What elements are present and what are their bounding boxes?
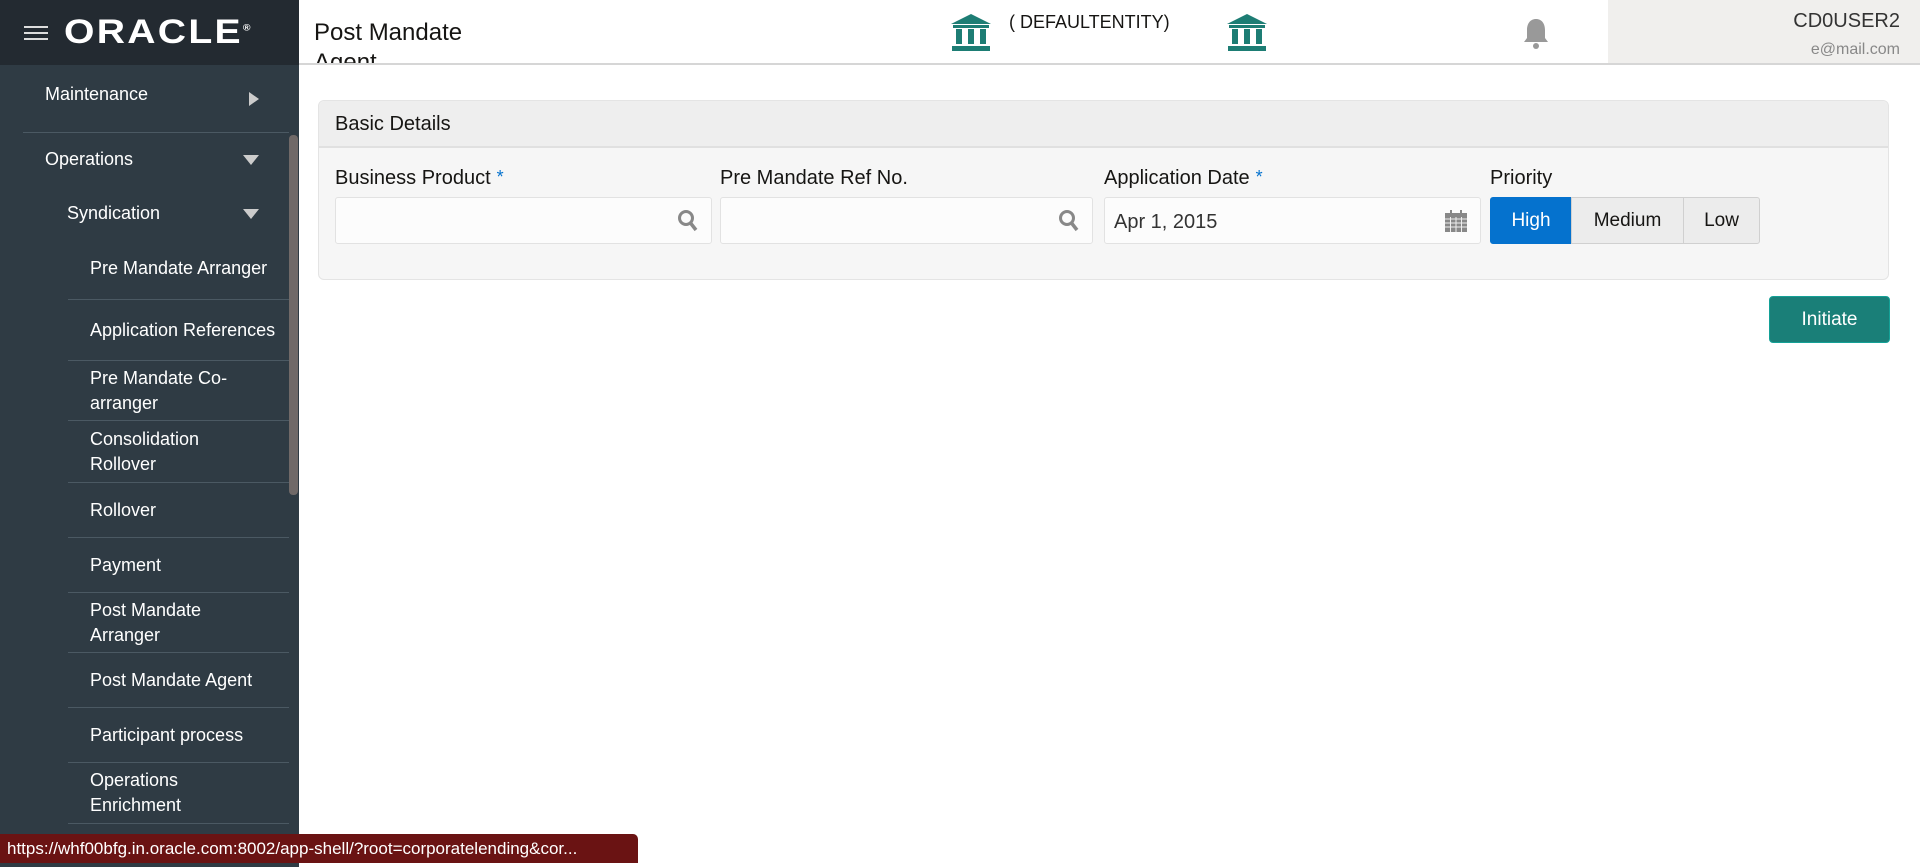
user-menu[interactable]: CD0USER2 e@mail.com	[1608, 0, 1920, 63]
sidebar-item-post-mandate-arranger[interactable]: Post Mandate Arranger	[68, 593, 289, 653]
sidebar-item-payment[interactable]: Payment	[68, 538, 289, 593]
priority-high-button[interactable]: High	[1490, 197, 1572, 244]
priority-label: Priority	[1490, 167, 1553, 189]
sidebar-label: Participant process	[90, 724, 244, 745]
sidebar-item-syndication[interactable]: Syndication	[23, 189, 289, 239]
entity-label[interactable]: ( DEFAULTENTITY)	[1009, 12, 1170, 33]
sidebar-item-operations-enrichment[interactable]: Operations Enrichment	[68, 763, 289, 824]
required-asterisk: *	[496, 167, 504, 187]
calendar-icon[interactable]	[1444, 209, 1468, 233]
sidebar-item-rollover[interactable]: Rollover	[68, 483, 289, 538]
sidebar: Maintenance Operations Syndication Pre M…	[0, 65, 299, 867]
initiate-button[interactable]: Initiate	[1769, 296, 1890, 343]
user-email: e@mail.com	[1810, 41, 1900, 58]
sidebar-label: Pre Mandate Co-arranger	[90, 367, 228, 413]
sidebar-label: Payment	[90, 554, 162, 575]
branch-icon[interactable]	[1225, 12, 1269, 52]
sidebar-label: Pre Mandate Arranger	[90, 258, 268, 278]
oracle-logo: ORACLE®	[64, 13, 253, 51]
brand-bar: ORACLE®	[0, 0, 299, 65]
sidebar-label: Operations	[45, 149, 134, 169]
hamburger-menu-icon[interactable]	[24, 25, 48, 40]
sidebar-item-participant-process[interactable]: Participant process	[68, 708, 289, 763]
sidebar-label: Operations Enrichment	[90, 770, 182, 815]
sidebar-item-operations[interactable]: Operations	[23, 135, 289, 185]
label-text: Business Product	[335, 167, 491, 189]
application-date-label: Application Date *	[1104, 167, 1263, 190]
bank-icon[interactable]	[949, 12, 993, 52]
ref-no-input[interactable]	[720, 197, 1093, 244]
section-title: Basic Details	[319, 101, 1888, 148]
sidebar-label: Syndication	[67, 203, 161, 223]
sidebar-label: Rollover	[90, 499, 157, 520]
chevron-right-icon	[249, 91, 259, 106]
sidebar-scrollbar[interactable]	[289, 135, 298, 495]
input-value: Apr 1, 2015	[1114, 211, 1218, 233]
sidebar-label: Post Mandate Agent	[90, 669, 253, 690]
ref-no-label: Pre Mandate Ref No.	[720, 167, 908, 189]
sidebar-item-consolidation-rollover[interactable]: Consolidation Rollover	[68, 421, 289, 483]
application-date-input[interactable]: Apr 1, 2015	[1104, 197, 1481, 244]
business-product-input[interactable]	[335, 197, 712, 244]
priority-low-button[interactable]: Low	[1683, 197, 1760, 244]
status-bar-url: https://whf00bfg.in.oracle.com:8002/app-…	[0, 834, 638, 863]
chevron-down-icon	[243, 209, 259, 219]
sidebar-item-pre-mandate-arranger[interactable]: Pre Mandate Arranger	[68, 238, 289, 300]
priority-medium-button[interactable]: Medium	[1571, 197, 1684, 244]
sidebar-label: Maintenance	[45, 84, 149, 104]
page-title: Post Mandate Agent	[314, 19, 463, 65]
sidebar-label: Post Mandate Arranger	[90, 599, 202, 645]
business-product-label: Business Product *	[335, 167, 504, 190]
sidebar-item-maintenance[interactable]: Maintenance	[23, 65, 289, 133]
chevron-down-icon	[243, 155, 259, 165]
user-name: CD0USER2	[1793, 10, 1900, 32]
notification-bell-icon[interactable]	[1521, 16, 1551, 50]
required-asterisk: *	[1255, 167, 1263, 187]
search-icon[interactable]	[1058, 209, 1080, 233]
basic-details-panel: Basic Details Business Product * Pre Mand…	[318, 100, 1889, 280]
header: Post Mandate Agent ( DEFAULTENTITY) CD0U…	[299, 0, 1920, 65]
search-icon[interactable]	[677, 209, 699, 233]
sidebar-item-application-references[interactable]: Application References	[68, 300, 289, 361]
sidebar-label: Application References	[90, 319, 276, 340]
sidebar-label: Consolidation Rollover	[90, 428, 200, 474]
logo-text: ORACLE	[64, 13, 243, 51]
sidebar-item-post-mandate-agent[interactable]: Post Mandate Agent	[68, 653, 289, 708]
sidebar-item-pre-mandate-co-arranger[interactable]: Pre Mandate Co-arranger	[68, 361, 289, 421]
label-text: Application Date	[1104, 167, 1250, 189]
